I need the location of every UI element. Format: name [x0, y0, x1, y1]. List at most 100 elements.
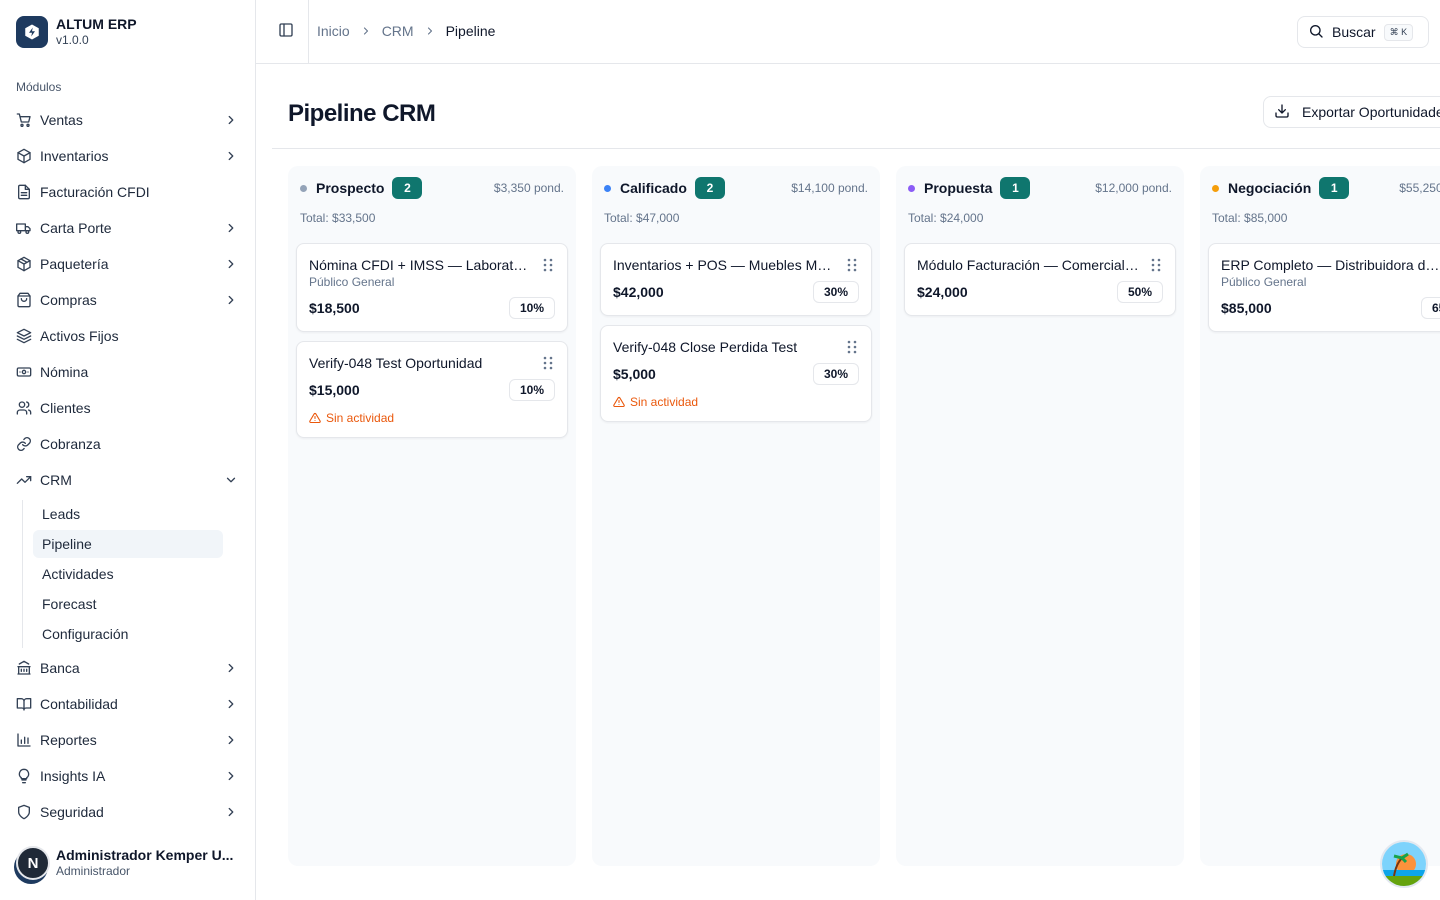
panel-left-icon: [278, 22, 294, 43]
crm-subnav: Leads Pipeline Actividades Forecast Conf…: [22, 500, 234, 648]
stage-dot: [908, 184, 915, 192]
sidebar-item-label: Inventarios: [40, 148, 109, 164]
search-label: Buscar: [1332, 24, 1376, 40]
sidebar-item-crm[interactable]: CRM: [8, 462, 248, 498]
card-client: Público General: [309, 275, 395, 289]
sidebar-subitem-leads[interactable]: Leads: [33, 500, 223, 528]
lightbulb-icon: [16, 768, 32, 784]
sidebar-item-compras[interactable]: Compras: [8, 282, 248, 318]
shopping-bag-icon: [16, 292, 32, 308]
trending-up-icon: [16, 472, 32, 488]
opportunity-card[interactable]: Verify-048 Close Perdida Test $5,000 30%…: [600, 325, 872, 422]
brand[interactable]: ALTUM ERP v1.0.0: [16, 16, 137, 48]
sidebar-subitem-actividades[interactable]: Actividades: [33, 560, 223, 588]
column-title: Prospecto: [316, 180, 385, 196]
column-total: Total: $33,500: [300, 211, 376, 225]
stage-dot: [604, 184, 611, 192]
assistant-launcher-button[interactable]: [1380, 840, 1428, 888]
drag-handle-icon[interactable]: [845, 258, 859, 272]
column-count-badge: 1: [1000, 177, 1031, 199]
export-label: Exportar Oportunidades: [1302, 104, 1440, 120]
sidebar-item-activos-fijos[interactable]: Activos Fijos: [8, 318, 248, 354]
sidebar-item-carta-porte[interactable]: Carta Porte: [8, 210, 248, 246]
breadcrumb-inicio[interactable]: Inicio: [317, 23, 350, 39]
sidebar-item-ventas[interactable]: Ventas: [8, 102, 248, 138]
stage-dot: [1212, 184, 1219, 192]
column-negociacion: Negociación 1 $55,250 pond. Total: $85,0…: [1200, 166, 1440, 866]
sidebar-item-inventarios[interactable]: Inventarios: [8, 138, 248, 174]
bar-chart-icon: [16, 732, 32, 748]
opportunity-card[interactable]: Módulo Facturación — Comercializadora $2…: [904, 243, 1176, 316]
sidebar-item-cobranza[interactable]: Cobranza: [8, 426, 248, 462]
search-button[interactable]: Buscar ⌘ K: [1297, 16, 1429, 48]
file-text-icon: [16, 184, 32, 200]
probability-badge: 10%: [509, 379, 555, 401]
export-button[interactable]: Exportar Oportunidades: [1263, 96, 1440, 128]
package-icon: [16, 148, 32, 164]
sidebar-subitem-pipeline[interactable]: Pipeline: [33, 530, 223, 558]
package-icon: [16, 256, 32, 272]
card-title: ERP Completo — Distribuidora del Norte: [1221, 257, 1440, 273]
card-title: Módulo Facturación — Comercializadora: [917, 257, 1149, 273]
probability-badge: 50%: [1117, 281, 1163, 303]
card-amount: $5,000: [613, 366, 656, 382]
sidebar-item-banca[interactable]: Banca: [8, 650, 248, 686]
column-count-badge: 1: [1319, 177, 1350, 199]
sidebar-item-reportes[interactable]: Reportes: [8, 722, 248, 758]
column-total: Total: $24,000: [908, 211, 984, 225]
inactivity-warning: Sin actividad: [309, 411, 555, 425]
column-title: Propuesta: [924, 180, 993, 196]
opportunity-card[interactable]: ERP Completo — Distribuidora del Norte P…: [1208, 243, 1440, 332]
alert-triangle-icon: [613, 396, 625, 408]
drag-handle-icon[interactable]: [1149, 258, 1163, 272]
sidebar-subitem-forecast[interactable]: Forecast: [33, 590, 223, 618]
download-icon: [1274, 103, 1290, 122]
page-title: Pipeline CRM: [288, 100, 436, 127]
search-icon: [1308, 23, 1324, 42]
link-icon: [16, 436, 32, 452]
column-prospecto: Prospecto 2 $3,350 pond. Total: $33,500 …: [288, 166, 576, 866]
drag-handle-icon[interactable]: [845, 340, 859, 354]
sidebar-item-nomina[interactable]: Nómina: [8, 354, 248, 390]
sidebar-item-label: Facturación CFDI: [40, 184, 150, 200]
alert-triangle-icon: [309, 412, 321, 424]
sidebar-item-label: Nómina: [40, 364, 89, 380]
users-icon: [16, 400, 32, 416]
opportunity-card[interactable]: Verify-048 Test Oportunidad $15,000 10% …: [296, 341, 568, 438]
column-count-badge: 2: [392, 177, 423, 199]
sidebar-item-seguridad[interactable]: Seguridad: [8, 794, 248, 830]
sidebar-item-label: Clientes: [40, 400, 91, 416]
drag-handle-icon[interactable]: [541, 258, 555, 272]
sidebar-item-contabilidad[interactable]: Contabilidad: [8, 686, 248, 722]
probability-badge: 10%: [509, 297, 555, 319]
sidebar-item-clientes[interactable]: Clientes: [8, 390, 248, 426]
drag-handle-icon[interactable]: [541, 356, 555, 370]
breadcrumb-crm[interactable]: CRM: [382, 23, 414, 39]
sidebar-item-insights-ia[interactable]: Insights IA: [8, 758, 248, 794]
chevron-right-icon: [224, 293, 238, 307]
sidebar-item-label: Reportes: [40, 732, 97, 748]
column-weighted: $14,100 pond.: [791, 181, 868, 195]
sidebar-item-paqueteria[interactable]: Paquetería: [8, 246, 248, 282]
user-menu[interactable]: N Administrador Kemper U... Administrado…: [16, 846, 233, 880]
column-calificado: Calificado 2 $14,100 pond. Total: $47,00…: [592, 166, 880, 866]
sidebar-item-label: Carta Porte: [40, 220, 112, 236]
warning-text: Sin actividad: [630, 395, 699, 409]
column-total: Total: $47,000: [604, 211, 680, 225]
sidebar-item-label: Ventas: [40, 112, 83, 128]
chevron-right-icon: [224, 697, 238, 711]
opportunity-card[interactable]: Nómina CFDI + IMSS — Laboratorios Públic…: [296, 243, 568, 332]
column-title: Negociación: [1228, 180, 1312, 196]
sidebar-item-facturacion-cfdi[interactable]: Facturación CFDI: [8, 174, 248, 210]
avatar: N: [16, 846, 50, 880]
topbar: Inicio CRM Pipeline Buscar ⌘ K: [256, 0, 1440, 64]
sidebar-subitem-configuracion[interactable]: Configuración: [33, 620, 223, 648]
shield-icon: [16, 804, 32, 820]
opportunity-card[interactable]: Inventarios + POS — Muebles Modernos $42…: [600, 243, 872, 316]
beach-avatar-icon: [1382, 842, 1426, 886]
user-role: Administrador: [56, 864, 131, 878]
sidebar-item-label: Seguridad: [40, 804, 104, 820]
sidebar-nav: Ventas Inventarios Facturación CFDI Cart…: [8, 102, 248, 830]
sidebar-toggle-button[interactable]: [274, 20, 298, 44]
layers-icon: [16, 328, 32, 344]
